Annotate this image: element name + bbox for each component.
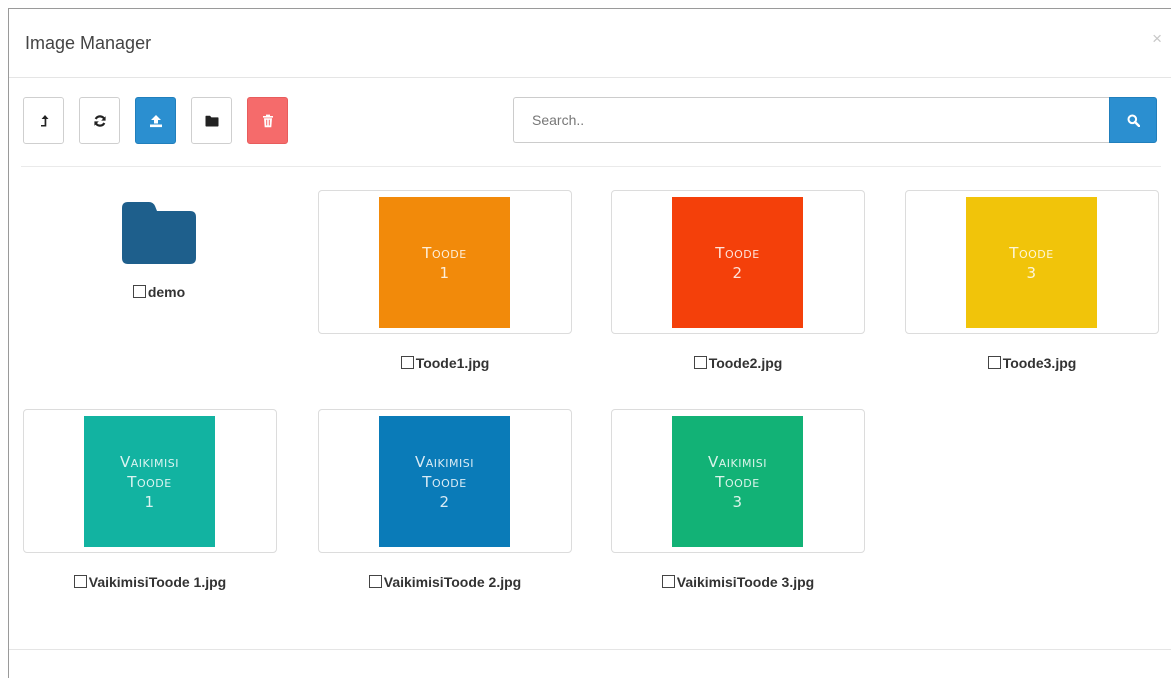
upload-button[interactable] [135,97,176,144]
refresh-icon [93,114,106,127]
image-checkbox[interactable] [368,575,382,588]
thumbnail-image: Toode 1 [379,197,510,328]
refresh-button[interactable] [79,97,120,144]
image-caption: VaikimisiToode 3.jpg [611,574,865,590]
thumbnail-image: Vaikimisi Toode 1 [84,416,215,547]
thumbnail-image: Toode 3 [966,197,1097,328]
thumbnail-image: Toode 2 [672,197,803,328]
folder-icon [205,115,218,126]
thumbnail-image: Vaikimisi Toode 3 [672,416,803,547]
toolbar-divider [21,166,1161,167]
parent-directory-button[interactable] [23,97,64,144]
modal-header: Image Manager × [9,9,1171,78]
image-caption: Toode2.jpg [611,355,865,371]
folder-checkbox[interactable] [132,285,146,298]
delete-button[interactable] [247,97,288,144]
image-checkbox[interactable] [73,575,87,588]
image-checkbox[interactable] [987,356,1001,369]
image-filename: Toode1.jpg [415,355,490,371]
image-manager-modal: Image Manager × Search.. demo Toode 1 To… [8,8,1171,678]
image-thumbnail[interactable]: Vaikimisi Toode 2 [318,409,572,553]
folder-name: demo [147,284,186,300]
image-filename: Toode2.jpg [708,355,783,371]
image-thumbnail[interactable]: Toode 2 [611,190,865,334]
modal-footer-divider [9,649,1171,650]
image-filename: VaikimisiToode 1.jpg [88,574,227,590]
thumbnail-image: Vaikimisi Toode 2 [379,416,510,547]
modal-title: Image Manager [25,33,152,53]
image-caption: Toode3.jpg [905,355,1159,371]
search-group [513,97,1157,143]
upload-icon [149,114,162,127]
search-icon [1127,114,1140,127]
image-checkbox[interactable] [400,356,414,369]
image-filename: VaikimisiToode 2.jpg [383,574,522,590]
search-button[interactable] [1109,97,1157,143]
image-filename: Toode3.jpg [1002,355,1077,371]
folder-caption: demo [99,284,219,300]
search-input[interactable] [513,97,1109,143]
new-folder-button[interactable] [191,97,232,144]
close-icon[interactable]: × [1152,30,1162,47]
image-checkbox[interactable] [661,575,675,588]
image-thumbnail[interactable]: Vaikimisi Toode 1 [23,409,277,553]
image-caption: VaikimisiToode 2.jpg [318,574,572,590]
folder-icon[interactable] [122,202,196,264]
image-filename: VaikimisiToode 3.jpg [676,574,815,590]
image-thumbnail[interactable]: Toode 1 [318,190,572,334]
image-checkbox[interactable] [693,356,707,369]
level-up-icon [40,114,48,126]
image-thumbnail[interactable]: Toode 3 [905,190,1159,334]
image-thumbnail[interactable]: Vaikimisi Toode 3 [611,409,865,553]
trash-icon [262,114,273,127]
image-caption: Toode1.jpg [318,355,572,371]
image-caption: VaikimisiToode 1.jpg [23,574,277,590]
